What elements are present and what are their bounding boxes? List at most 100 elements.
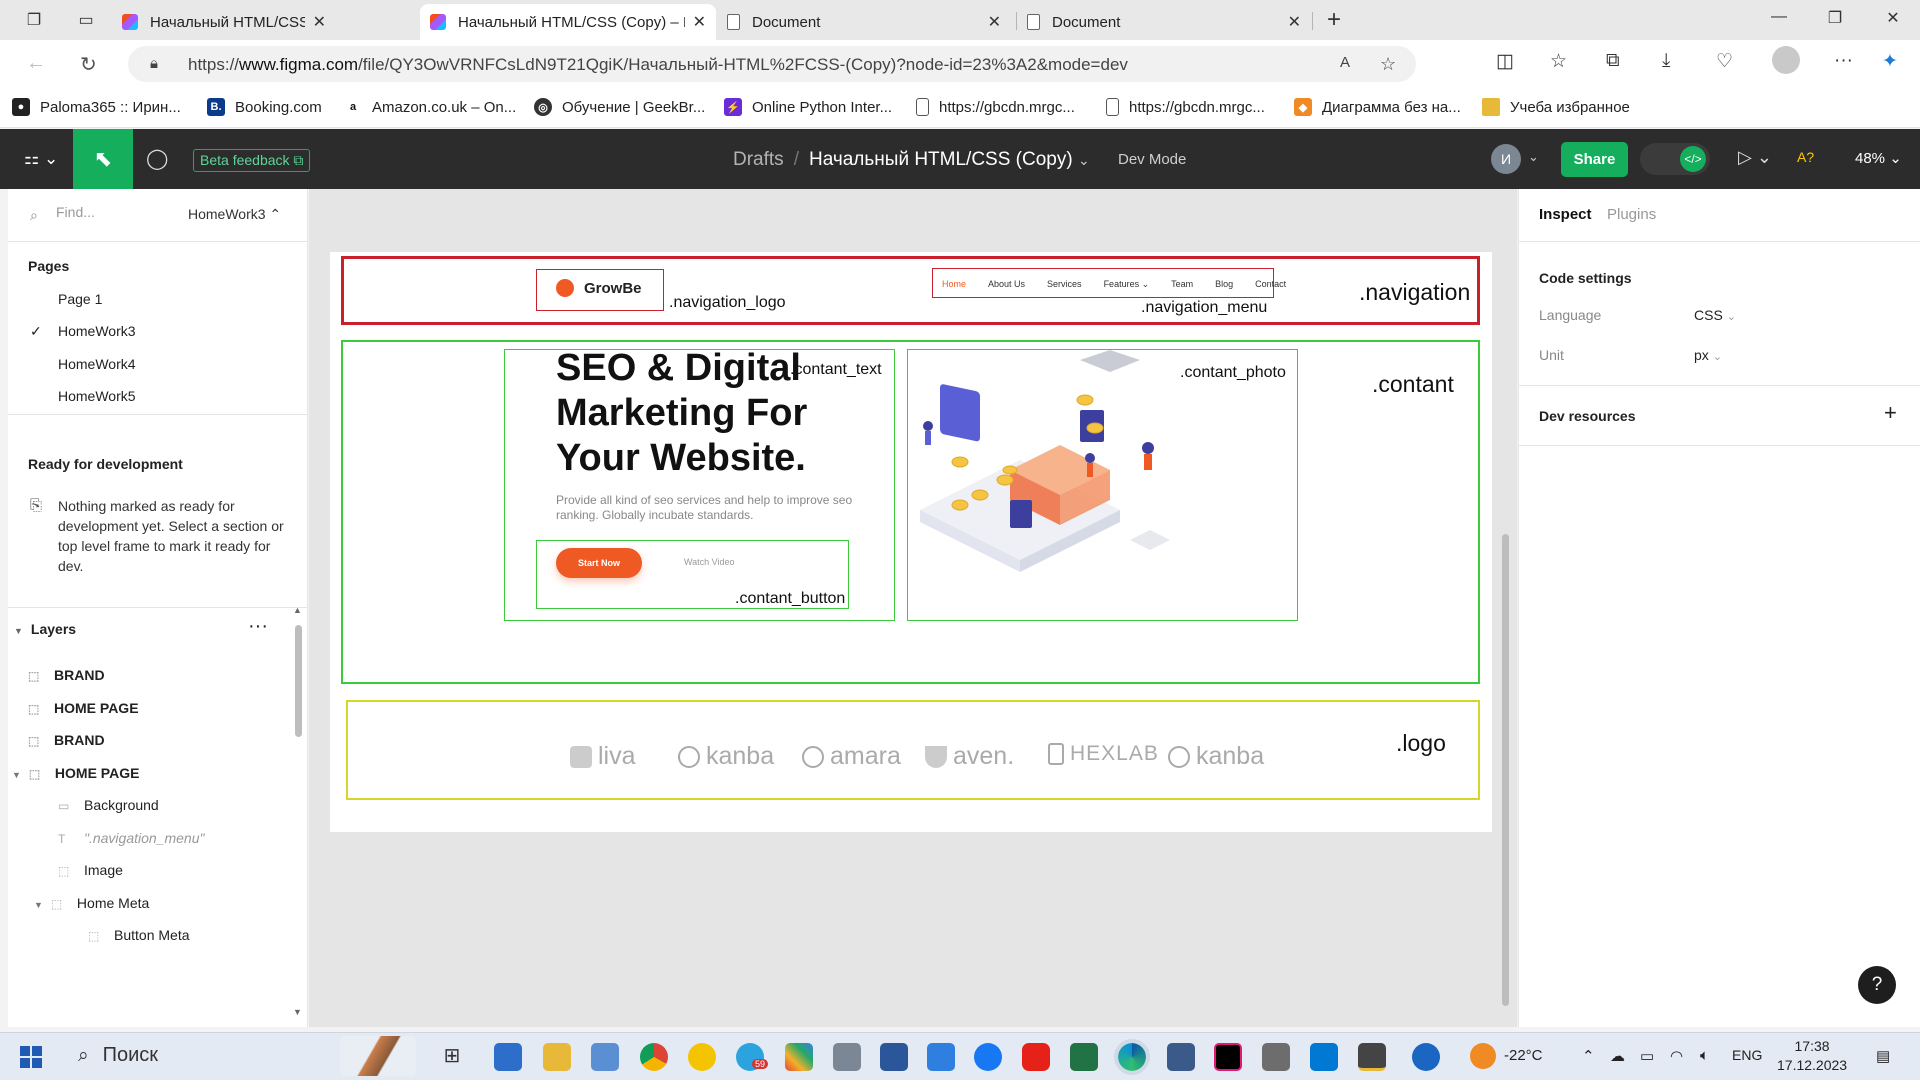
more-options-icon[interactable]: ··· (248, 615, 268, 638)
bookmark-gbcdn-1[interactable]: https://gbcdn.mrgc... (916, 98, 1075, 116)
unit-select[interactable]: px ⌄ (1694, 347, 1722, 363)
bookmark-gbcdn-2[interactable]: https://gbcdn.mrgc... (1106, 98, 1265, 116)
app-icon[interactable] (1358, 1043, 1386, 1071)
beta-feedback-button[interactable]: Beta feedback ⧉ (193, 149, 311, 172)
page-item[interactable]: Page 1 (58, 291, 102, 307)
site-nav-home[interactable]: Home (942, 279, 966, 290)
tab-document-2[interactable]: Document ✕ (1017, 4, 1311, 40)
zoom-menu[interactable]: 48% ⌄ (1855, 149, 1902, 167)
todo-icon[interactable] (927, 1043, 955, 1071)
layer-item[interactable]: ⬚ BRAND (28, 732, 105, 748)
tab-document-1[interactable]: Document ✕ (717, 4, 1011, 40)
refresh-icon[interactable]: ↻ (80, 52, 97, 77)
taskbar-search[interactable]: ⌕ Поиск (78, 1044, 158, 1067)
collections-icon[interactable]: ⧉ (1606, 50, 1620, 72)
excel-icon[interactable] (1070, 1043, 1098, 1071)
onedrive-icon[interactable]: ☁ (1610, 1047, 1625, 1065)
weather-temp[interactable]: -22°C (1504, 1047, 1543, 1064)
page-selector[interactable]: HomeWork3 ⌃ (188, 206, 281, 223)
new-tab-icon[interactable]: + (1322, 6, 1346, 33)
caret-down-icon[interactable]: ▼ (12, 770, 21, 780)
more-menu-icon[interactable]: ··· (1834, 50, 1853, 72)
workspaces-icon[interactable]: ❐ (22, 8, 46, 32)
tray-chevron-icon[interactable]: ⌃ (1582, 1047, 1595, 1065)
language-indicator[interactable]: ENG (1732, 1047, 1762, 1063)
share-button[interactable]: Share (1561, 142, 1628, 177)
layer-item[interactable]: ⬚ BRAND (28, 667, 105, 683)
notifications-icon[interactable]: ▤ (1876, 1047, 1890, 1065)
figma-main-menu-icon[interactable]: ⚏ ⌄ (24, 149, 58, 169)
site-nav-services[interactable]: Services (1047, 279, 1082, 290)
chevron-down-icon[interactable]: ⌄ (1078, 152, 1090, 168)
avatar[interactable]: И (1491, 144, 1521, 174)
canvas-scrollbar[interactable] (1502, 534, 1509, 1006)
site-nav-contact[interactable]: Contact (1255, 279, 1286, 290)
close-window-icon[interactable]: ✕ (1878, 8, 1908, 28)
caret-down-icon[interactable]: ▼ (34, 900, 43, 910)
site-nav-blog[interactable]: Blog (1215, 279, 1233, 290)
scroll-up-icon[interactable]: ▲ (293, 605, 302, 615)
page-item-selected[interactable]: HomeWork3 (58, 323, 136, 339)
page-item[interactable]: HomeWork4 (58, 356, 136, 372)
watch-video-button[interactable]: Watch Video (684, 557, 735, 567)
app-icon[interactable] (1262, 1043, 1290, 1071)
1c-icon[interactable] (688, 1043, 716, 1071)
help-app-icon[interactable] (1412, 1043, 1440, 1071)
file-explorer-icon[interactable] (543, 1043, 571, 1071)
start-now-button[interactable]: Start Now (556, 548, 642, 578)
site-nav-features[interactable]: Features ⌄ (1104, 279, 1150, 290)
page-item[interactable]: HomeWork5 (58, 388, 136, 404)
layers-heading[interactable]: ▼ Layers (14, 621, 76, 637)
close-tab-icon[interactable]: ✕ (313, 12, 326, 32)
layers-scrollbar[interactable]: ▲ ▼ (292, 605, 304, 1019)
youtube-icon[interactable] (1022, 1043, 1050, 1071)
layer-item-expanded[interactable]: ▼ ⬚ Home Meta (34, 895, 149, 911)
volume-icon[interactable]: 🔈︎ (1700, 1047, 1709, 1064)
task-view-icon[interactable]: ⊞ (438, 1043, 466, 1071)
tab-plugins[interactable]: Plugins (1607, 206, 1656, 223)
edge-icon[interactable] (1114, 1039, 1150, 1075)
performance-icon[interactable]: ♡ (1716, 50, 1733, 73)
search-input[interactable] (56, 204, 166, 220)
dev-mode-toggle[interactable]: </> (1640, 143, 1710, 175)
tab-actions-icon[interactable]: ▭ (74, 8, 98, 32)
home-page-frame[interactable]: .navigation GrowBe .navigation_logo Home… (330, 252, 1492, 832)
tab-figma-copy[interactable]: Начальный HTML/CSS (Copy) – I ✕ (420, 4, 716, 40)
bookmark-folder[interactable]: Учеба избранное (1482, 98, 1630, 116)
language-select[interactable]: CSS ⌄ (1694, 307, 1736, 323)
downloads-icon[interactable]: ⤓ (1662, 50, 1670, 72)
logo-box[interactable] (346, 700, 1480, 800)
wifi-icon[interactable]: ◠ (1670, 1047, 1683, 1065)
help-button[interactable]: ? (1858, 966, 1896, 1004)
read-aloud-icon[interactable]: A (1340, 54, 1350, 71)
minimize-icon[interactable]: — (1764, 8, 1794, 26)
scroll-down-icon[interactable]: ▼ (293, 1007, 302, 1017)
copilot-icon[interactable]: ✦ (1882, 50, 1898, 73)
chevron-down-icon[interactable]: ⌄ (1528, 149, 1539, 165)
bookmark-diagram[interactable]: ◆ Диаграмма без на... (1294, 98, 1461, 116)
file-name[interactable]: Начальный HTML/CSS (Copy) (809, 149, 1073, 170)
tab-figma-original[interactable]: Начальный HTML/CSS – Figma ✕ (112, 4, 336, 40)
intellij-icon[interactable] (1214, 1043, 1242, 1071)
spell-check-button[interactable]: A? (1797, 149, 1814, 165)
favorites-icon[interactable]: ☆ (1550, 50, 1567, 73)
site-nav-about[interactable]: About Us (988, 279, 1025, 290)
star-icon[interactable]: ☆ (1380, 54, 1396, 75)
split-screen-icon[interactable]: ◫ (1496, 50, 1514, 73)
bookmark-python[interactable]: ⚡ Online Python Inter... (724, 98, 892, 116)
design-canvas[interactable]: .navigation GrowBe .navigation_logo Home… (309, 189, 1517, 1027)
bookmark-amazon[interactable]: a Amazon.co.uk – On... (344, 98, 516, 116)
add-resource-icon[interactable]: + (1884, 400, 1897, 426)
bookmark-booking[interactable]: B. Booking.com (207, 98, 322, 116)
back-icon[interactable]: ← (26, 52, 46, 75)
weather-icon[interactable] (1470, 1043, 1496, 1069)
navigation-box[interactable] (341, 256, 1480, 325)
vscode-icon[interactable] (1310, 1043, 1338, 1071)
present-icon[interactable]: ▷ ⌄ (1738, 147, 1772, 168)
battery-icon[interactable]: ▭ (1640, 1047, 1654, 1065)
comment-icon[interactable]: ◯ (146, 146, 168, 171)
move-tool-icon[interactable]: ⬉ (73, 129, 133, 189)
calculator-icon[interactable] (833, 1043, 861, 1071)
close-tab-icon[interactable]: ✕ (1288, 12, 1301, 32)
app-icon[interactable] (1167, 1043, 1195, 1071)
